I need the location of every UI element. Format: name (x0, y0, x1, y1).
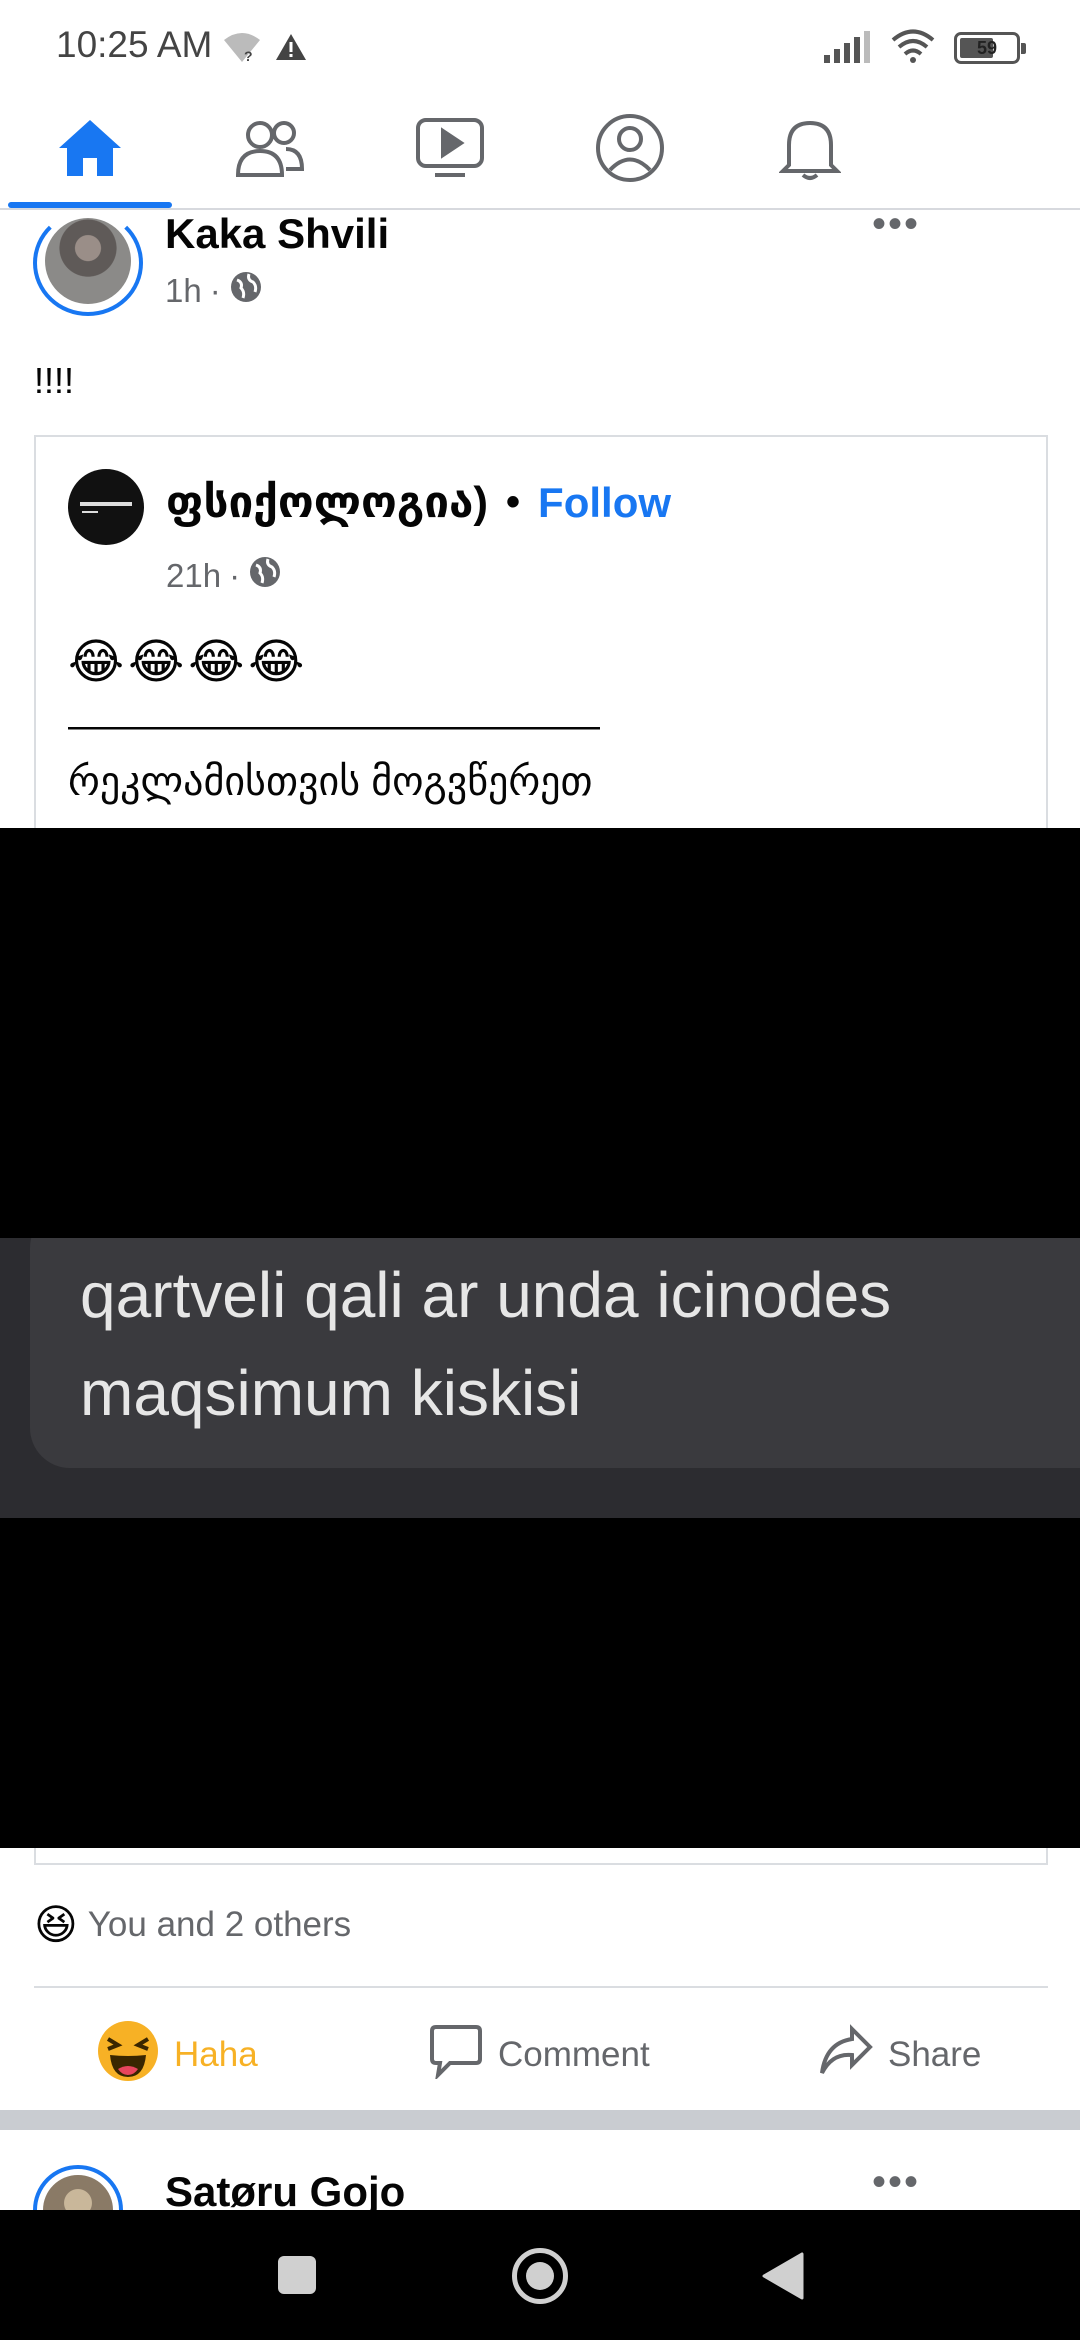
shared-page-name[interactable]: ფსიქოლოგია) (166, 477, 488, 528)
avatar-photo (43, 2175, 113, 2210)
next-post-author-name[interactable]: Satøru Gojo (165, 2168, 405, 2210)
status-indicators: 59 (822, 26, 1026, 70)
battery-icon: 59 (954, 32, 1026, 64)
shared-time[interactable]: 21h (166, 557, 221, 595)
haha-reaction-icon: 😆 (34, 1901, 78, 1948)
separator-dot: • (506, 480, 521, 524)
haha-button[interactable]: Haha (96, 2010, 258, 2100)
shared-caption: რეკლამისთვის მოგვწერეთ (68, 760, 593, 804)
follow-button[interactable]: Follow (538, 479, 671, 527)
tab-profile[interactable] (540, 92, 720, 208)
post-media[interactable]: qartveli qali ar unda icinodes maqsimum … (0, 828, 1080, 1848)
laugh-emoji: 😂 (248, 636, 305, 689)
feed-separator (0, 2110, 1080, 2130)
author-avatar[interactable] (33, 210, 143, 316)
reactions-text: You and 2 others (87, 1904, 352, 1944)
alert-triangle-icon (274, 32, 308, 67)
media-text-line-1: qartveli qali ar unda icinodes (80, 1259, 892, 1331)
status-bar: 10:25 AM ? 59 (0, 0, 1080, 92)
wifi-icon (890, 29, 936, 68)
next-post-more-button[interactable]: ••• (872, 2160, 920, 2205)
reactions-summary[interactable]: 😆 You and 2 others (34, 1900, 351, 1949)
meta-dot: · (229, 557, 241, 594)
page-avatar[interactable] (68, 469, 144, 545)
comment-icon (428, 2023, 484, 2088)
notifications-icon (778, 115, 842, 186)
avatar-photo (45, 218, 131, 304)
news-feed: Kaka Shvili 1h · ••• !!!! ფსიქოლოგია) • … (0, 210, 1080, 2210)
back-button[interactable] (762, 2252, 804, 2305)
top-navigation (0, 92, 1080, 210)
haha-icon (96, 2019, 160, 2092)
active-tab-indicator (8, 202, 172, 208)
home-icon (57, 118, 123, 183)
laugh-emoji: 😂 (188, 636, 245, 689)
system-navigation-bar (0, 2210, 1080, 2340)
shared-meta: 21h · (166, 555, 282, 597)
video-icon (415, 117, 485, 184)
profile-icon (595, 113, 665, 188)
media-text-line-2: maqsimum kiskisi (80, 1357, 582, 1429)
dash-line: —————————————— (68, 705, 600, 747)
tab-friends[interactable] (180, 92, 360, 208)
meta-dot: · (209, 272, 221, 309)
svg-text:?: ? (244, 48, 253, 64)
media-screenshot-strip: qartveli qali ar unda icinodes maqsimum … (0, 1238, 1080, 1518)
tab-home[interactable] (0, 92, 180, 208)
laugh-emoji: 😂 (128, 636, 185, 689)
comment-button[interactable]: Comment (428, 2010, 650, 2100)
globe-icon (229, 270, 263, 312)
globe-icon (248, 555, 282, 597)
divider (34, 1986, 1048, 1988)
post-text: !!!! (34, 360, 75, 401)
share-button[interactable]: Share (818, 2010, 981, 2100)
share-label: Share (888, 2035, 982, 2074)
post-more-button[interactable]: ••• (872, 210, 920, 247)
laugh-emoji: 😂 (68, 636, 125, 689)
share-icon (818, 2023, 874, 2088)
status-time: 10:25 AM (56, 24, 213, 65)
haha-label: Haha (174, 2035, 258, 2074)
comment-label: Comment (498, 2035, 650, 2074)
post-time[interactable]: 1h (165, 272, 202, 310)
friends-icon (234, 119, 306, 182)
tab-video[interactable] (360, 92, 540, 208)
next-author-avatar[interactable] (33, 2165, 123, 2210)
post-meta: 1h · (165, 270, 263, 312)
shared-header: ფსიქოლოგია) • Follow (166, 477, 671, 528)
emoji-line: 😂 😂 😂 😂 (68, 637, 304, 689)
post-author-name[interactable]: Kaka Shvili (165, 210, 389, 258)
recents-button[interactable] (278, 2256, 316, 2294)
home-button[interactable] (512, 2248, 568, 2304)
signal-icon (822, 29, 872, 68)
battery-level: 59 (976, 38, 998, 58)
tab-notifications[interactable] (720, 92, 900, 208)
wifi-question-icon: ? (222, 30, 262, 69)
